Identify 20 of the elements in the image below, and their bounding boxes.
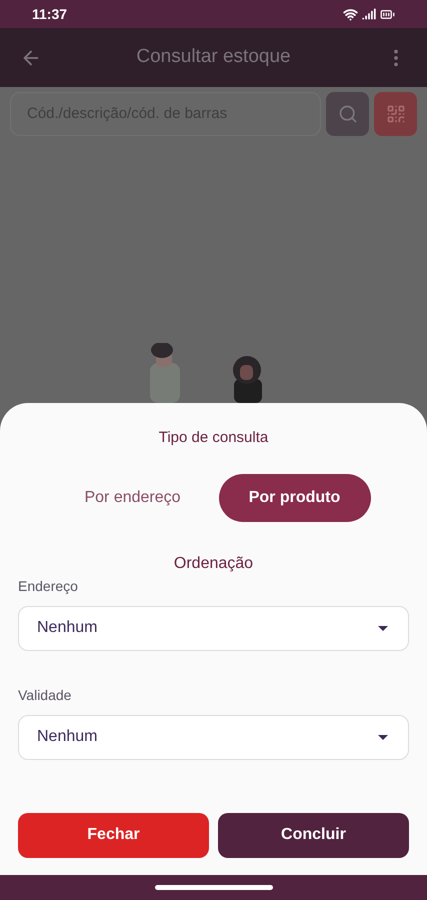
section-title: Ordenação [172,554,254,574]
caret-icon [378,626,388,630]
signal-icon [362,7,376,21]
status-time: 11:37 [32,4,68,24]
close-button[interactable]: Fechar [18,812,209,858]
field-label: Endereço [18,576,79,596]
caret-icon [378,734,388,740]
scan-button[interactable] [374,92,417,136]
qr-code-icon [386,104,406,124]
wifi-icon [343,6,358,22]
dropdown-field[interactable]: Nenhum [18,606,409,650]
sheet-title: Tipo de consulta [158,428,270,448]
query-type-tab[interactable]: Por produto [218,474,370,522]
dropdown-field[interactable]: Nenhum [18,714,409,760]
query-type-tab[interactable]: Por endereço [56,474,208,522]
confirm-button[interactable]: Concluir [218,812,409,858]
search-icon [338,104,358,124]
app-title: Consultar estoque [135,45,292,70]
search-button[interactable] [326,92,369,136]
field-label: Validade [18,686,72,704]
